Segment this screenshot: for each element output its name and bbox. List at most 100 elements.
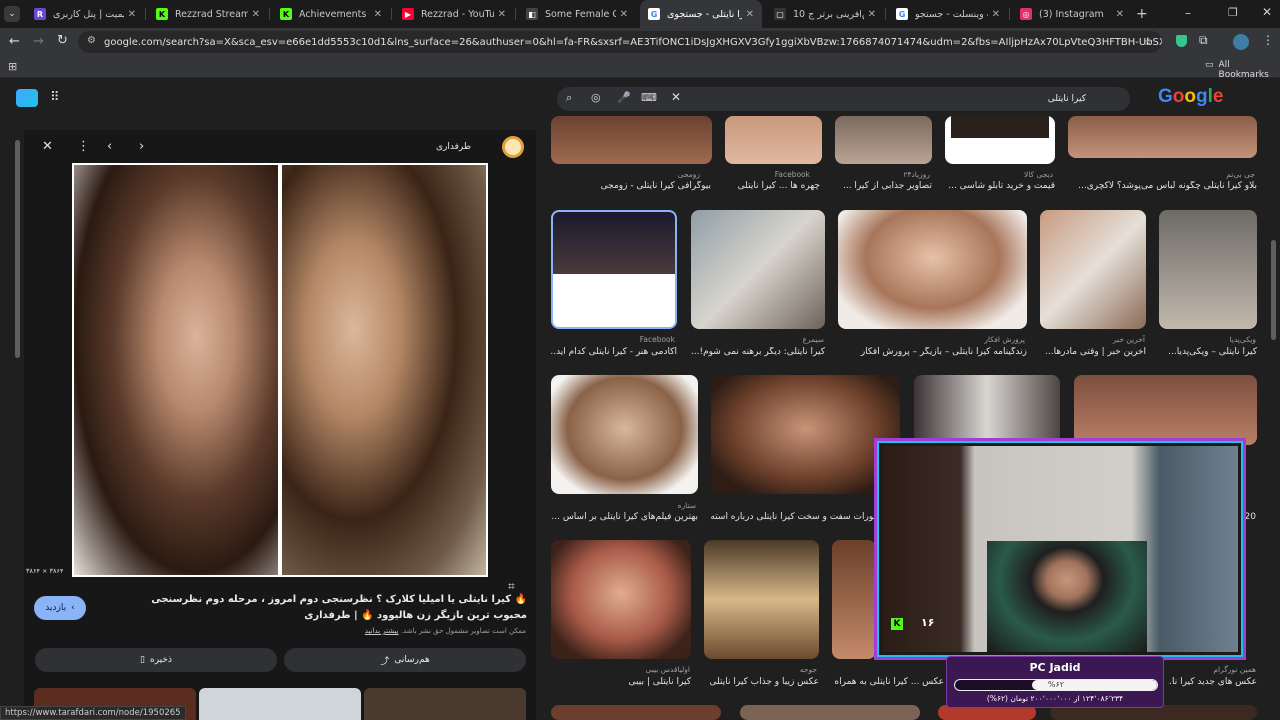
result-caption[interactable]: تورات سفت و سخت کیرا نایتلی درباره ‌استه… <box>711 512 876 522</box>
result-thumb[interactable] <box>551 116 712 164</box>
result-thumb[interactable] <box>1068 116 1257 158</box>
search-icon[interactable]: ⌕ <box>566 91 572 105</box>
result-thumb[interactable] <box>832 540 876 659</box>
close-preview-icon[interactable]: ✕ <box>42 140 53 154</box>
preview-image[interactable] <box>72 163 488 577</box>
result-thumb[interactable] <box>945 116 1055 164</box>
all-bookmarks-button[interactable]: ▭ All Bookmarks <box>1205 60 1280 80</box>
result-source[interactable]: روزیاد۲۴ <box>840 170 930 179</box>
result-caption[interactable]: آخرین خبر | وقتی مادرها... <box>1040 347 1146 357</box>
result-thumb[interactable] <box>914 375 1060 445</box>
result-source[interactable]: جوجه <box>710 665 817 674</box>
keyboard-icon[interactable]: ⌨ <box>641 91 657 104</box>
source-site-name[interactable]: طرفداری <box>436 142 471 152</box>
lens-logo-icon[interactable] <box>16 89 38 107</box>
result-thumb[interactable] <box>838 210 1027 329</box>
apps-grid-icon[interactable]: ⊞ <box>8 60 17 73</box>
tab-close-icon[interactable]: ✕ <box>620 9 628 20</box>
result-thumb[interactable] <box>704 540 819 659</box>
result-caption[interactable]: عکس ... کیرا نایتلی به همراه خلاصه... <box>832 677 944 687</box>
reload-icon[interactable]: ↻ <box>57 33 68 48</box>
result-source[interactable]: دیجی کالا <box>950 170 1053 179</box>
extension-shield-icon[interactable] <box>1176 35 1187 47</box>
tab-6[interactable]: G کیرا نایتلی - جستجوی ✕ <box>640 0 762 28</box>
related-thumb-3[interactable] <box>364 688 526 720</box>
page-scrollbar[interactable] <box>1271 240 1276 340</box>
tab-search-button[interactable]: ⌄ <box>4 6 20 22</box>
learn-more-link[interactable]: بیشتر بدانید <box>365 627 399 635</box>
result-caption[interactable]: زندگینامه کیرا نایتلی – بازیگر – پرورش ا… <box>838 347 1027 357</box>
result-thumb[interactable] <box>725 116 822 164</box>
result-thumb[interactable] <box>1074 375 1257 445</box>
result-caption[interactable]: کیرا نایتلی | بیبی <box>551 677 691 687</box>
visit-button[interactable]: بازدید ‹ <box>34 596 86 620</box>
result-caption[interactable]: بلاو کیرا نایتلی چگونه لباس می‌پوشد؟ لاک… <box>1068 181 1257 191</box>
left-scrollbar[interactable] <box>15 140 20 358</box>
share-button[interactable]: ⤴ هم‌رسانی <box>284 648 526 672</box>
result-caption[interactable]: عکس های جدید کیرا نا... <box>1168 677 1257 687</box>
back-icon[interactable]: ← <box>9 34 20 49</box>
menu-icon[interactable]: ⋮ <box>1262 33 1274 47</box>
google-logo[interactable]: Google <box>1158 86 1223 108</box>
result-caption[interactable]: چهره‌ ها ... کیرا نایتلی <box>725 181 820 191</box>
result-caption[interactable]: بیوگرافی کیرا نایتلی - زومجی <box>551 181 711 191</box>
result-thumb[interactable] <box>691 210 825 329</box>
tab-2[interactable]: K Rezzrad Stream - Wa ✕ <box>148 0 268 28</box>
tab-5[interactable]: ◧ Some Female Celebs ✕ <box>518 0 636 28</box>
voice-search-icon[interactable]: 🎤 <box>617 91 631 104</box>
result-thumb[interactable] <box>551 375 698 494</box>
google-apps-icon[interactable]: ⠿ <box>50 90 60 105</box>
tab-9[interactable]: ◎ (3) Instagram ✕ <box>1012 0 1132 28</box>
result-caption[interactable]: آکادمی هنر - کیرا نایتلی کدام اید... <box>551 347 677 357</box>
tab-close-icon[interactable]: ✕ <box>252 9 260 20</box>
tab-close-icon[interactable]: ✕ <box>498 9 506 20</box>
result-source[interactable]: همین نورگرام <box>1168 665 1256 674</box>
tab-close-icon[interactable]: ✕ <box>128 9 136 20</box>
result-thumb[interactable] <box>1159 210 1257 329</box>
result-source[interactable]: Facebook <box>730 170 810 179</box>
forward-icon[interactable]: → <box>33 34 44 49</box>
tab-7[interactable]: ▢ 10 نقش‌آفرینی برتر ج ✕ <box>766 0 884 28</box>
related-thumb-2[interactable] <box>199 688 361 720</box>
result-thumb[interactable] <box>1040 210 1146 329</box>
tab-8[interactable]: G کیت وینسلت - جستجو ✕ <box>888 0 1008 28</box>
previous-image-icon[interactable]: ‹ <box>107 140 112 154</box>
tab-4[interactable]: ▶ Rezzrad - YouTube ✕ <box>394 0 514 28</box>
preview-title[interactable]: 🔥 کیرا نایتلی یا امیلیا کلارک ؟ نظرسنجی … <box>120 592 527 624</box>
tab-close-icon[interactable]: ✕ <box>374 9 382 20</box>
restore-button[interactable]: ❐ <box>1228 6 1238 19</box>
more-options-icon[interactable]: ⋮ <box>77 140 90 154</box>
result-source[interactable]: اولیاقدس بیبی <box>560 665 690 674</box>
tab-close-icon[interactable]: ✕ <box>1116 9 1124 20</box>
result-source[interactable]: ویکی‌پدیا <box>1162 335 1257 344</box>
tab-close-icon[interactable]: ✕ <box>868 9 876 20</box>
result-thumb[interactable] <box>740 705 920 720</box>
lens-search-icon[interactable]: ◎ <box>591 91 601 104</box>
tab-close-icon[interactable]: ✕ <box>992 9 1000 20</box>
result-caption[interactable]: عکس زیبا و جذاب کیرا نایتلی <box>704 677 819 687</box>
new-tab-button[interactable]: + <box>1136 6 1148 22</box>
result-source[interactable]: سیمرغ <box>700 335 825 344</box>
result-source[interactable]: ستاره <box>560 501 696 510</box>
result-thumb[interactable] <box>551 210 677 329</box>
tab-3[interactable]: K Achievements - Kick ✕ <box>272 0 390 28</box>
next-image-icon[interactable]: › <box>139 140 144 154</box>
extensions-icon[interactable]: ⧉ <box>1199 33 1208 48</box>
address-bar[interactable]: ⚙ google.com/search?sa=X&sca_esv=e66e1dd… <box>78 31 1162 53</box>
result-thumb[interactable] <box>551 540 691 659</box>
result-source[interactable]: زومجی <box>600 170 700 179</box>
result-caption[interactable]: تصاویر جذابی از کیرا ... <box>835 181 932 191</box>
result-caption[interactable]: کیرا نایتلی – ویکی‌پدیا... <box>1159 347 1257 357</box>
result-caption[interactable]: بهترین فیلم‌های کیرا نایتلی بر اساس ... <box>551 512 698 522</box>
bookmark-star-icon[interactable]: ☆ <box>1143 35 1153 48</box>
clear-search-icon[interactable]: ✕ <box>671 90 681 104</box>
close-window-button[interactable]: ✕ <box>1262 5 1272 19</box>
result-source[interactable]: جی بی‌تم <box>1070 170 1255 179</box>
result-thumb[interactable] <box>551 705 721 720</box>
result-caption[interactable]: کیرا نایتلی: دیگر برهنه نمی شوم!... <box>691 347 825 357</box>
result-source[interactable]: پرورش افکار <box>845 335 1025 344</box>
result-caption[interactable]: قیمت و خرید تابلو شاسی ... <box>945 181 1055 191</box>
profile-avatar[interactable] <box>1233 34 1249 50</box>
site-info-icon[interactable]: ⚙ <box>87 35 96 46</box>
result-source[interactable]: آخرین خبر <box>1045 335 1145 344</box>
